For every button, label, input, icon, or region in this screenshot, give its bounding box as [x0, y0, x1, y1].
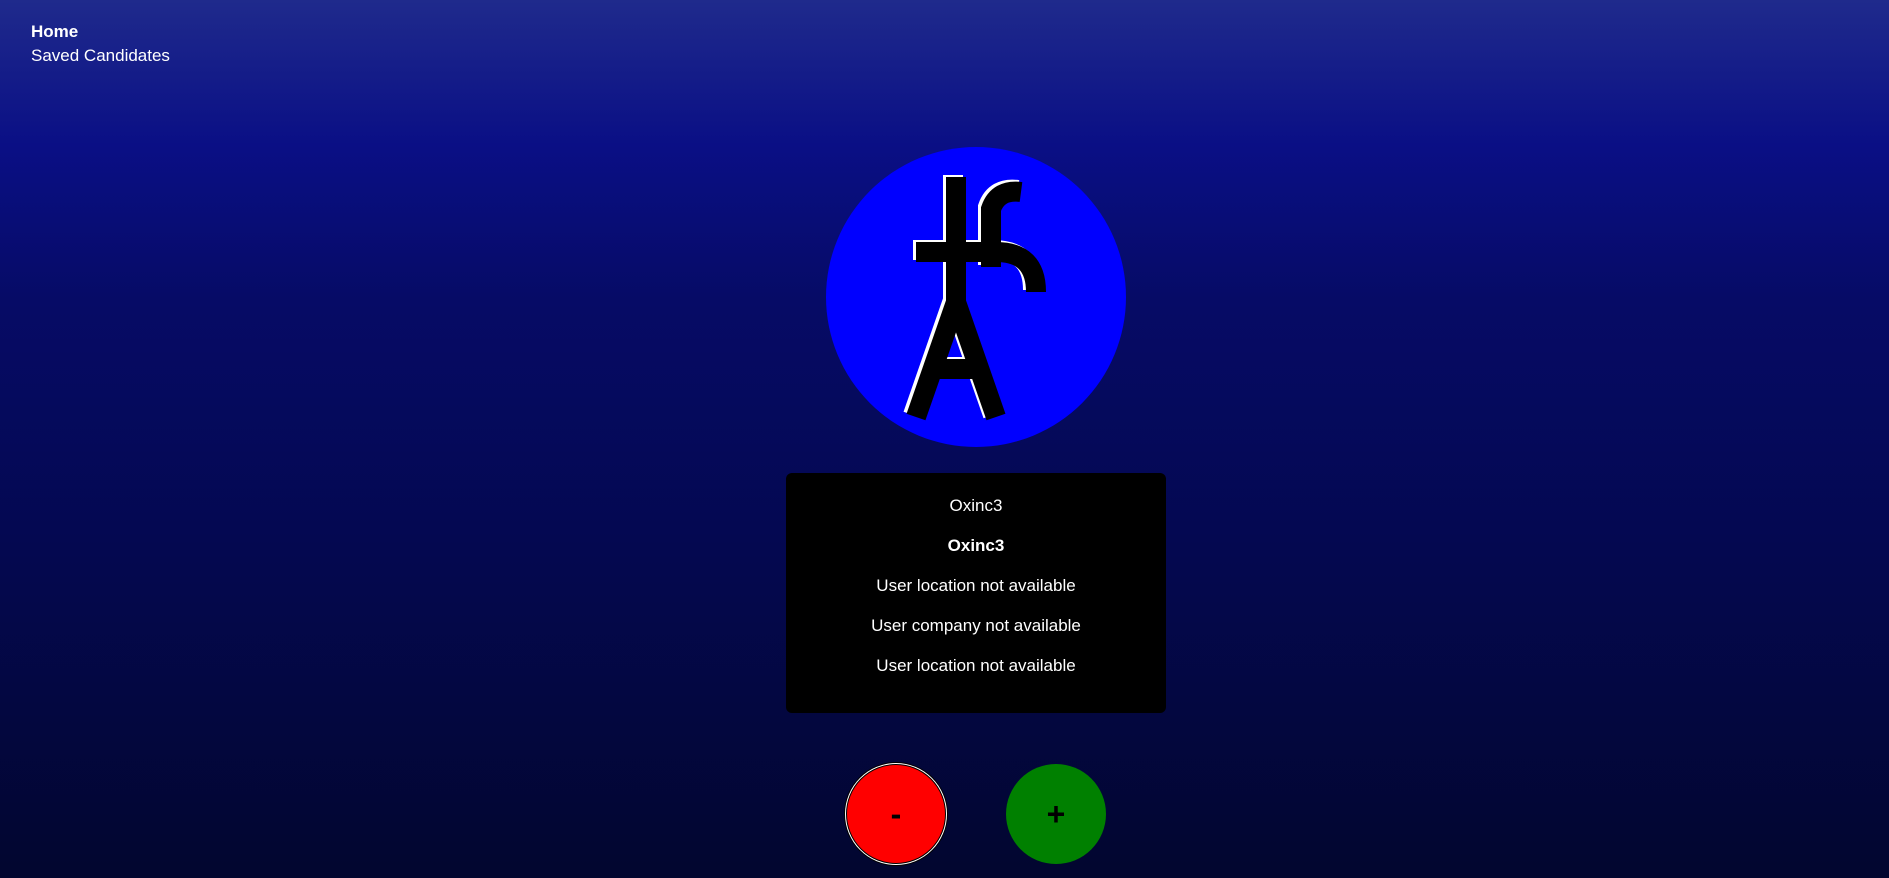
candidate-location: User location not available — [876, 576, 1076, 595]
reject-candidate-button[interactable]: - — [846, 764, 946, 864]
avatar-glyph-icon — [903, 175, 1046, 421]
candidate-login: Oxinc3 — [949, 496, 1003, 515]
main-nav: Home Saved Candidates — [31, 20, 170, 68]
save-candidate-button[interactable]: + — [1006, 764, 1106, 864]
candidate-company: User company not available — [871, 616, 1081, 635]
nav-saved-candidates-link[interactable]: Saved Candidates — [31, 44, 170, 68]
candidate-name: Oxinc3 — [947, 536, 1005, 555]
candidate-card: Oxinc3 Oxinc3 User location not availabl… — [786, 473, 1166, 713]
candidate-avatar — [826, 147, 1126, 447]
nav-home-link[interactable]: Home — [31, 20, 170, 44]
candidate-location-secondary: User location not available — [876, 656, 1076, 675]
